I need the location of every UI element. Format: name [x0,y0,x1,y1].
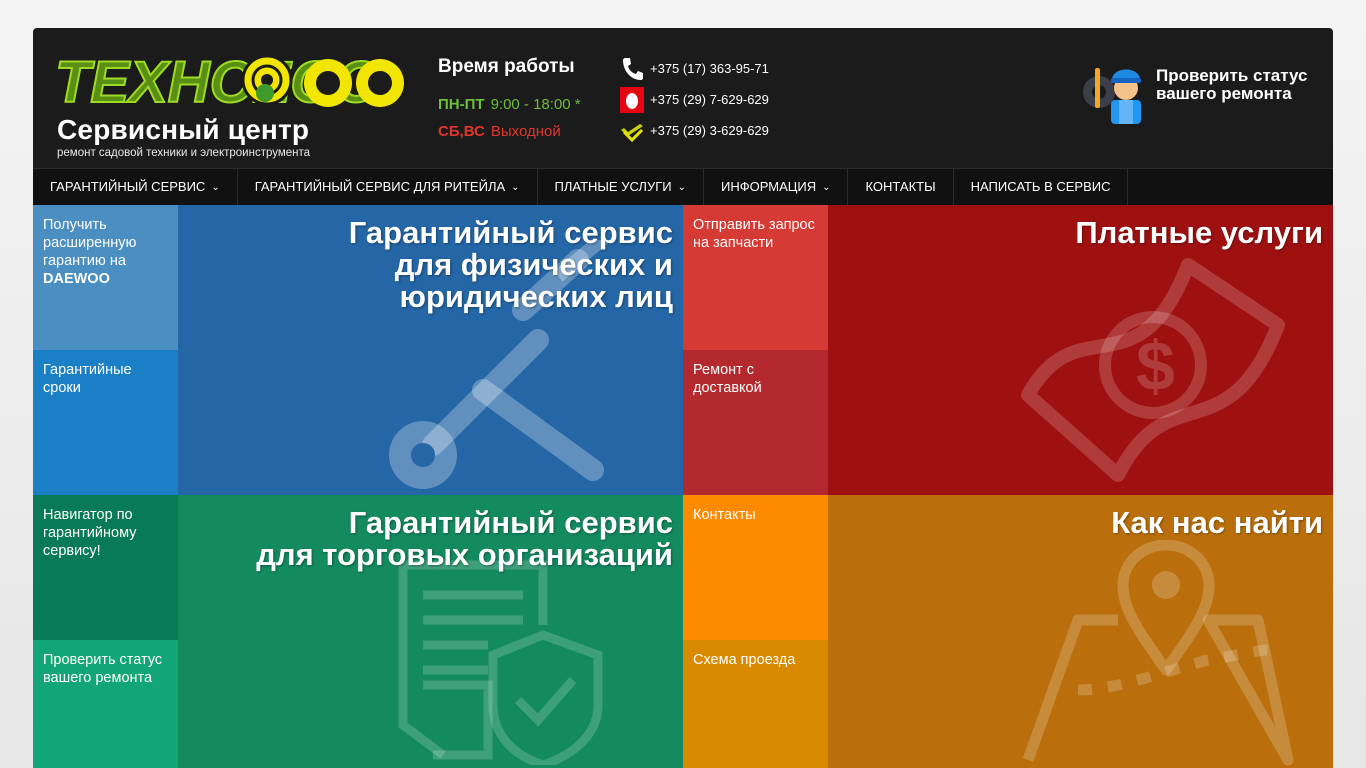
chevron-down-icon: ⌄ [677,182,686,193]
tile-label: Схема проезда [693,652,796,668]
weekend-hours: СБ,ВС Выходной [438,123,561,140]
tile-warranty-navigator[interactable]: Навигатор по гарантийному сервису! [33,495,178,640]
tile-route-map[interactable]: Схема проезда [683,640,828,768]
main-nav: ГАРАНТИЙНЫЙ СЕРВИС ⌄ ГАРАНТИЙНЫЙ СЕРВИС Д… [33,168,1333,205]
tile-title: Гарантийный сервис для физических и юрид… [193,217,673,313]
tile-warranty-retail[interactable]: Гарантийный сервис для торговых организа… [178,495,683,768]
map-pin-icon [1022,540,1294,766]
weekday-days: ПН-ПТ [438,96,485,113]
tile-brand: DAEWOO [43,271,110,287]
repairman-icon [1083,68,1141,124]
money-icon: $ [1021,258,1285,482]
weekday-hours: ПН-ПТ 9:00 - 18:00 * [438,96,581,113]
tile-extended-warranty[interactable]: Получить расширенную гарантию на DAEWOO [33,205,178,350]
nav-label: ИНФОРМАЦИЯ [720,179,817,194]
phone-velcom[interactable]: +375 (29) 3-629-629 [620,118,820,144]
chevron-down-icon: ⌄ [822,182,831,193]
nav-item-contacts[interactable]: КОНТАКТЫ [848,169,954,205]
logo-title: Сервисный центр [57,114,310,145]
tile-title-line2: для физических и [394,247,673,282]
check-status-link[interactable]: Проверить статус вашего ремонта [1081,58,1331,128]
nav-item-warranty-retail[interactable]: ГАРАНТИЙНЫЙ СЕРВИС ДЛЯ РИТЕЙЛА ⌄ [238,169,538,205]
tile-title-line1: Гарантийный сервис [348,215,673,250]
tile-label: Ремонт с доставкой [693,362,762,396]
tile-title-line2: для торговых организаций [256,537,673,572]
tile-label: Навигатор по гарантийному сервису! [43,507,137,559]
check-status-line2: вашего ремонта [1156,84,1292,103]
nav-label: НАПИСАТЬ В СЕРВИС [970,179,1111,194]
phone-landline[interactable]: +375 (17) 363-95-71 [620,56,820,82]
phone-mts[interactable]: +375 (29) 7-629-629 [620,87,820,113]
velcom-icon [621,124,644,143]
tile-warranty-terms[interactable]: Гарантийные сроки [33,350,178,495]
phone-number: +375 (29) 7-629-629 [650,92,769,107]
weekend-days: СБ,ВС [438,123,485,140]
tile-label: Гарантийные сроки [43,362,132,396]
tile-label: Получить расширенную гарантию на DAEWOO [43,216,173,288]
weekday-time: 9:00 - 18:00 * [490,96,581,113]
site-header: TEXHOZOO Сервисный центр ремонт садовой … [33,28,1333,168]
tile-warranty-private[interactable]: Гарантийный сервис для физических и юрид… [178,205,683,495]
working-hours: Время работы ПН-ПТ 9:00 - 18:00 * СБ,ВС Вы… [438,56,618,140]
chevron-down-icon: ⌄ [211,182,220,193]
logo[interactable]: TEXHOZOO Сервисный центр ремонт садовой … [55,50,405,160]
logo-mark-icon: TEXHOZOO [55,50,404,114]
document-shield-icon [398,560,603,765]
page-container: TEXHOZOO Сервисный центр ремонт садовой … [33,28,1333,768]
tile-check-status[interactable]: Проверить статус вашего ремонта [33,640,178,768]
tiles-grid: Получить расширенную гарантию на DAEWOO … [33,205,1333,768]
tile-repair-delivery[interactable]: Ремонт с доставкой [683,350,828,495]
tile-find-us[interactable]: Как нас найти [828,495,1333,768]
phone-number: +375 (29) 3-629-629 [650,123,769,138]
tile-contacts[interactable]: Контакты [683,495,828,640]
phone-icon [623,58,643,80]
check-status-text: Проверить статус вашего ремонта [1156,67,1307,103]
nav-label: ПЛАТНЫЕ УСЛУГИ [554,179,672,194]
check-status-line1: Проверить статус [1156,66,1308,85]
mts-icon [620,87,644,113]
svg-text:$: $ [1136,327,1175,405]
tile-title: Как нас найти [1111,505,1323,540]
phone-number: +375 (17) 363-95-71 [650,61,769,76]
tile-paid-services[interactable]: $ Платные услуги [828,205,1333,495]
logo-subtitle: ремонт садовой техники и электроинструме… [57,147,311,159]
nav-item-information[interactable]: ИНФОРМАЦИЯ ⌄ [704,169,849,205]
tile-label: Контакты [693,507,756,523]
tile-label: Проверить статус вашего ремонта [43,652,163,686]
tile-label: Отправить запрос на запчасти [693,217,815,251]
working-hours-title: Время работы [438,56,575,77]
nav-item-warranty-service[interactable]: ГАРАНТИЙНЫЙ СЕРВИС ⌄ [33,169,238,205]
nav-item-write-service[interactable]: НАПИСАТЬ В СЕРВИС [954,169,1129,205]
nav-label: ГАРАНТИЙНЫЙ СЕРВИС [50,179,206,194]
tile-send-parts-request[interactable]: Отправить запрос на запчасти [683,205,828,350]
nav-label: ГАРАНТИЙНЫЙ СЕРВИС ДЛЯ РИТЕЙЛА [254,179,506,194]
chevron-down-icon: ⌄ [511,182,520,193]
tile-title: Платные услуги [1075,215,1323,250]
tile-title: Гарантийный сервис для торговых организа… [193,507,673,571]
weekend-time: Выходной [490,123,561,140]
nav-item-paid-services[interactable]: ПЛАТНЫЕ УСЛУГИ ⌄ [538,169,704,205]
tile-title-line3: юридических лиц [399,279,673,314]
tile-title-line1: Гарантийный сервис [348,505,673,540]
nav-label: КОНТАКТЫ [865,179,936,194]
tile-text: Получить расширенную гарантию на [43,217,137,269]
